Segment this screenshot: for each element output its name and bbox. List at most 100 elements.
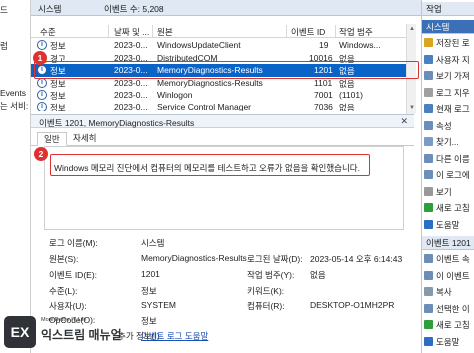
column-task-category[interactable]: 작업 범주 <box>339 26 373 38</box>
action-item[interactable]: 속성 <box>424 120 452 132</box>
logged-value: 2023-05-14 오후 6:14:43 <box>310 254 403 264</box>
logo-tagline: More Better IT Life <box>41 317 87 323</box>
action-item[interactable]: 새로 고침 <box>424 202 470 214</box>
action-item[interactable]: 이 로그에 <box>424 169 470 181</box>
event-log-help-link[interactable]: 이벤트 로그 도움말 <box>141 330 208 342</box>
row-event-id: 1101 <box>314 78 333 88</box>
row-date: 2023-0... <box>114 78 148 88</box>
help-icon <box>424 336 433 346</box>
action-item[interactable]: 다른 이름 <box>424 153 470 165</box>
source-value: MemoryDiagnostics-Results <box>141 253 247 263</box>
row-level: 정보 <box>50 41 66 51</box>
scroll-up-icon[interactable]: ▲ <box>408 25 416 33</box>
step-badge-1: 1 <box>33 51 47 65</box>
action-item[interactable]: 새로 고침 <box>424 319 470 331</box>
row-event-id: 7001 <box>314 90 333 100</box>
action-item[interactable]: 이 이벤트 <box>424 270 470 282</box>
properties-icon <box>424 254 433 263</box>
site-logo: EX More Better IT Life 익스트림 매뉴얼 <box>4 314 122 350</box>
user-label: 사용자(U): <box>49 301 87 311</box>
tree-item[interactable]: Events <box>0 88 26 98</box>
tree-item[interactable]: 럼 <box>0 40 8 52</box>
action-item[interactable]: 현재 로그 <box>424 103 470 115</box>
action-label: 현재 로그 <box>436 104 470 114</box>
action-item[interactable]: 로그 지우 <box>424 87 470 99</box>
actions-section-event[interactable]: 이벤트 1201 <box>422 236 474 250</box>
column-source[interactable]: 원본 <box>157 26 173 38</box>
table-row[interactable]: i 정보 2023-0... Service Control Manager 7… <box>31 101 414 111</box>
log-header-bar: 시스템 이벤트 수: 5,208 <box>31 0 421 16</box>
task-icon <box>424 170 433 179</box>
row-source: WindowsUpdateClient <box>157 40 241 50</box>
action-label: 이벤트 속 <box>436 254 470 264</box>
clear-icon <box>424 87 433 97</box>
row-event-id: 7036 <box>314 102 333 111</box>
actions-pane: 작업 시스템 저장된 로사용자 지보기 가져로그 지우현재 로그속성찾기... 다… <box>421 0 474 353</box>
action-label: 속성 <box>436 120 452 131</box>
row-date: 2023-0... <box>114 90 148 100</box>
actions-section-system[interactable]: 시스템 <box>422 20 474 34</box>
column-level[interactable]: 수준 <box>40 26 56 38</box>
folder-icon <box>424 38 433 47</box>
action-label: 저장된 로 <box>436 38 470 48</box>
action-item[interactable]: 찾기... <box>424 136 459 148</box>
action-item[interactable]: 사용자 지 <box>424 54 470 66</box>
action-item[interactable]: 도움말 <box>424 336 459 348</box>
tree-item[interactable]: 는 서비: <box>0 100 28 112</box>
tab-general[interactable]: 일반 <box>37 132 67 146</box>
tab-details[interactable]: 자세히 <box>67 132 102 146</box>
save-icon <box>424 303 433 313</box>
column-date[interactable]: 날짜 및 ... <box>114 26 149 38</box>
filter-icon <box>424 104 433 113</box>
table-row[interactable]: i 정보 2023-0... Winlogon 7001 (1101) <box>31 89 414 102</box>
action-label: 새로 고침 <box>436 203 470 213</box>
logo-name: 익스트림 매뉴얼 <box>41 328 122 342</box>
action-label: 복사 <box>436 287 452 297</box>
column-headers: 수준 날짜 및 ... 원본 이벤트 ID 작업 범주 <box>31 24 414 38</box>
refresh-icon <box>424 203 433 212</box>
logged-label: 로그된 날짜(D): <box>247 254 303 264</box>
row-source: Winlogon <box>157 90 193 100</box>
row-event-id: 19 <box>319 40 329 50</box>
action-label: 사용자 지 <box>436 54 470 65</box>
save-icon <box>424 153 433 163</box>
computer-label: 컴퓨터(R): <box>247 301 285 311</box>
action-item[interactable]: 보기 <box>424 186 452 198</box>
event-detail-header: 이벤트 1201, MemoryDiagnostics-Results ✕ <box>31 114 414 128</box>
log-name-value: 시스템 <box>141 238 165 248</box>
find-icon <box>424 137 433 146</box>
action-item[interactable]: 보기 가져 <box>424 70 470 82</box>
close-icon[interactable]: ✕ <box>400 116 408 127</box>
log-title: 시스템 <box>38 4 62 14</box>
scroll-down-icon[interactable]: ▼ <box>408 104 416 112</box>
row-category: (1101) <box>339 90 363 100</box>
user-value: SYSTEM <box>141 300 176 310</box>
event-id-label: 이벤트 ID(E): <box>49 270 98 280</box>
table-row[interactable]: i 정보 2023-0... WindowsUpdateClient 19 Wi… <box>31 39 414 52</box>
filter-icon <box>424 54 433 64</box>
action-label: 이 로그에 <box>436 170 470 180</box>
keywords-label: 키워드(K): <box>247 286 285 296</box>
event-count: 이벤트 수: 5,208 <box>104 4 164 14</box>
action-item[interactable]: 선택한 이 <box>424 303 470 315</box>
row-level: 정보 <box>50 103 66 111</box>
action-label: 보기 가져 <box>436 71 470 81</box>
properties-icon <box>424 120 433 130</box>
action-item[interactable]: 이벤트 속 <box>424 253 470 265</box>
action-label: 보기 <box>436 186 452 197</box>
action-item[interactable]: 저장된 로 <box>424 37 470 49</box>
action-item[interactable]: 복사 <box>424 286 452 298</box>
log-name-label: 로그 이름(M): <box>49 238 98 248</box>
row-source: Service Control Manager <box>157 102 252 111</box>
action-item[interactable]: 도움말 <box>424 219 459 231</box>
highlight-selected-event <box>34 61 419 79</box>
actions-header: 작업 <box>422 2 474 16</box>
action-label: 새로 고침 <box>436 320 470 330</box>
tree-item[interactable]: 드 <box>0 4 8 16</box>
action-label: 찾기... <box>436 137 459 147</box>
computer-value: DESKTOP-O1MH2PR <box>310 300 395 310</box>
task-category-label: 작업 범주(Y): <box>247 270 295 280</box>
column-event-id[interactable]: 이벤트 ID <box>291 26 325 38</box>
action-label: 이 이벤트 <box>436 270 470 281</box>
info-icon: i <box>37 40 47 50</box>
